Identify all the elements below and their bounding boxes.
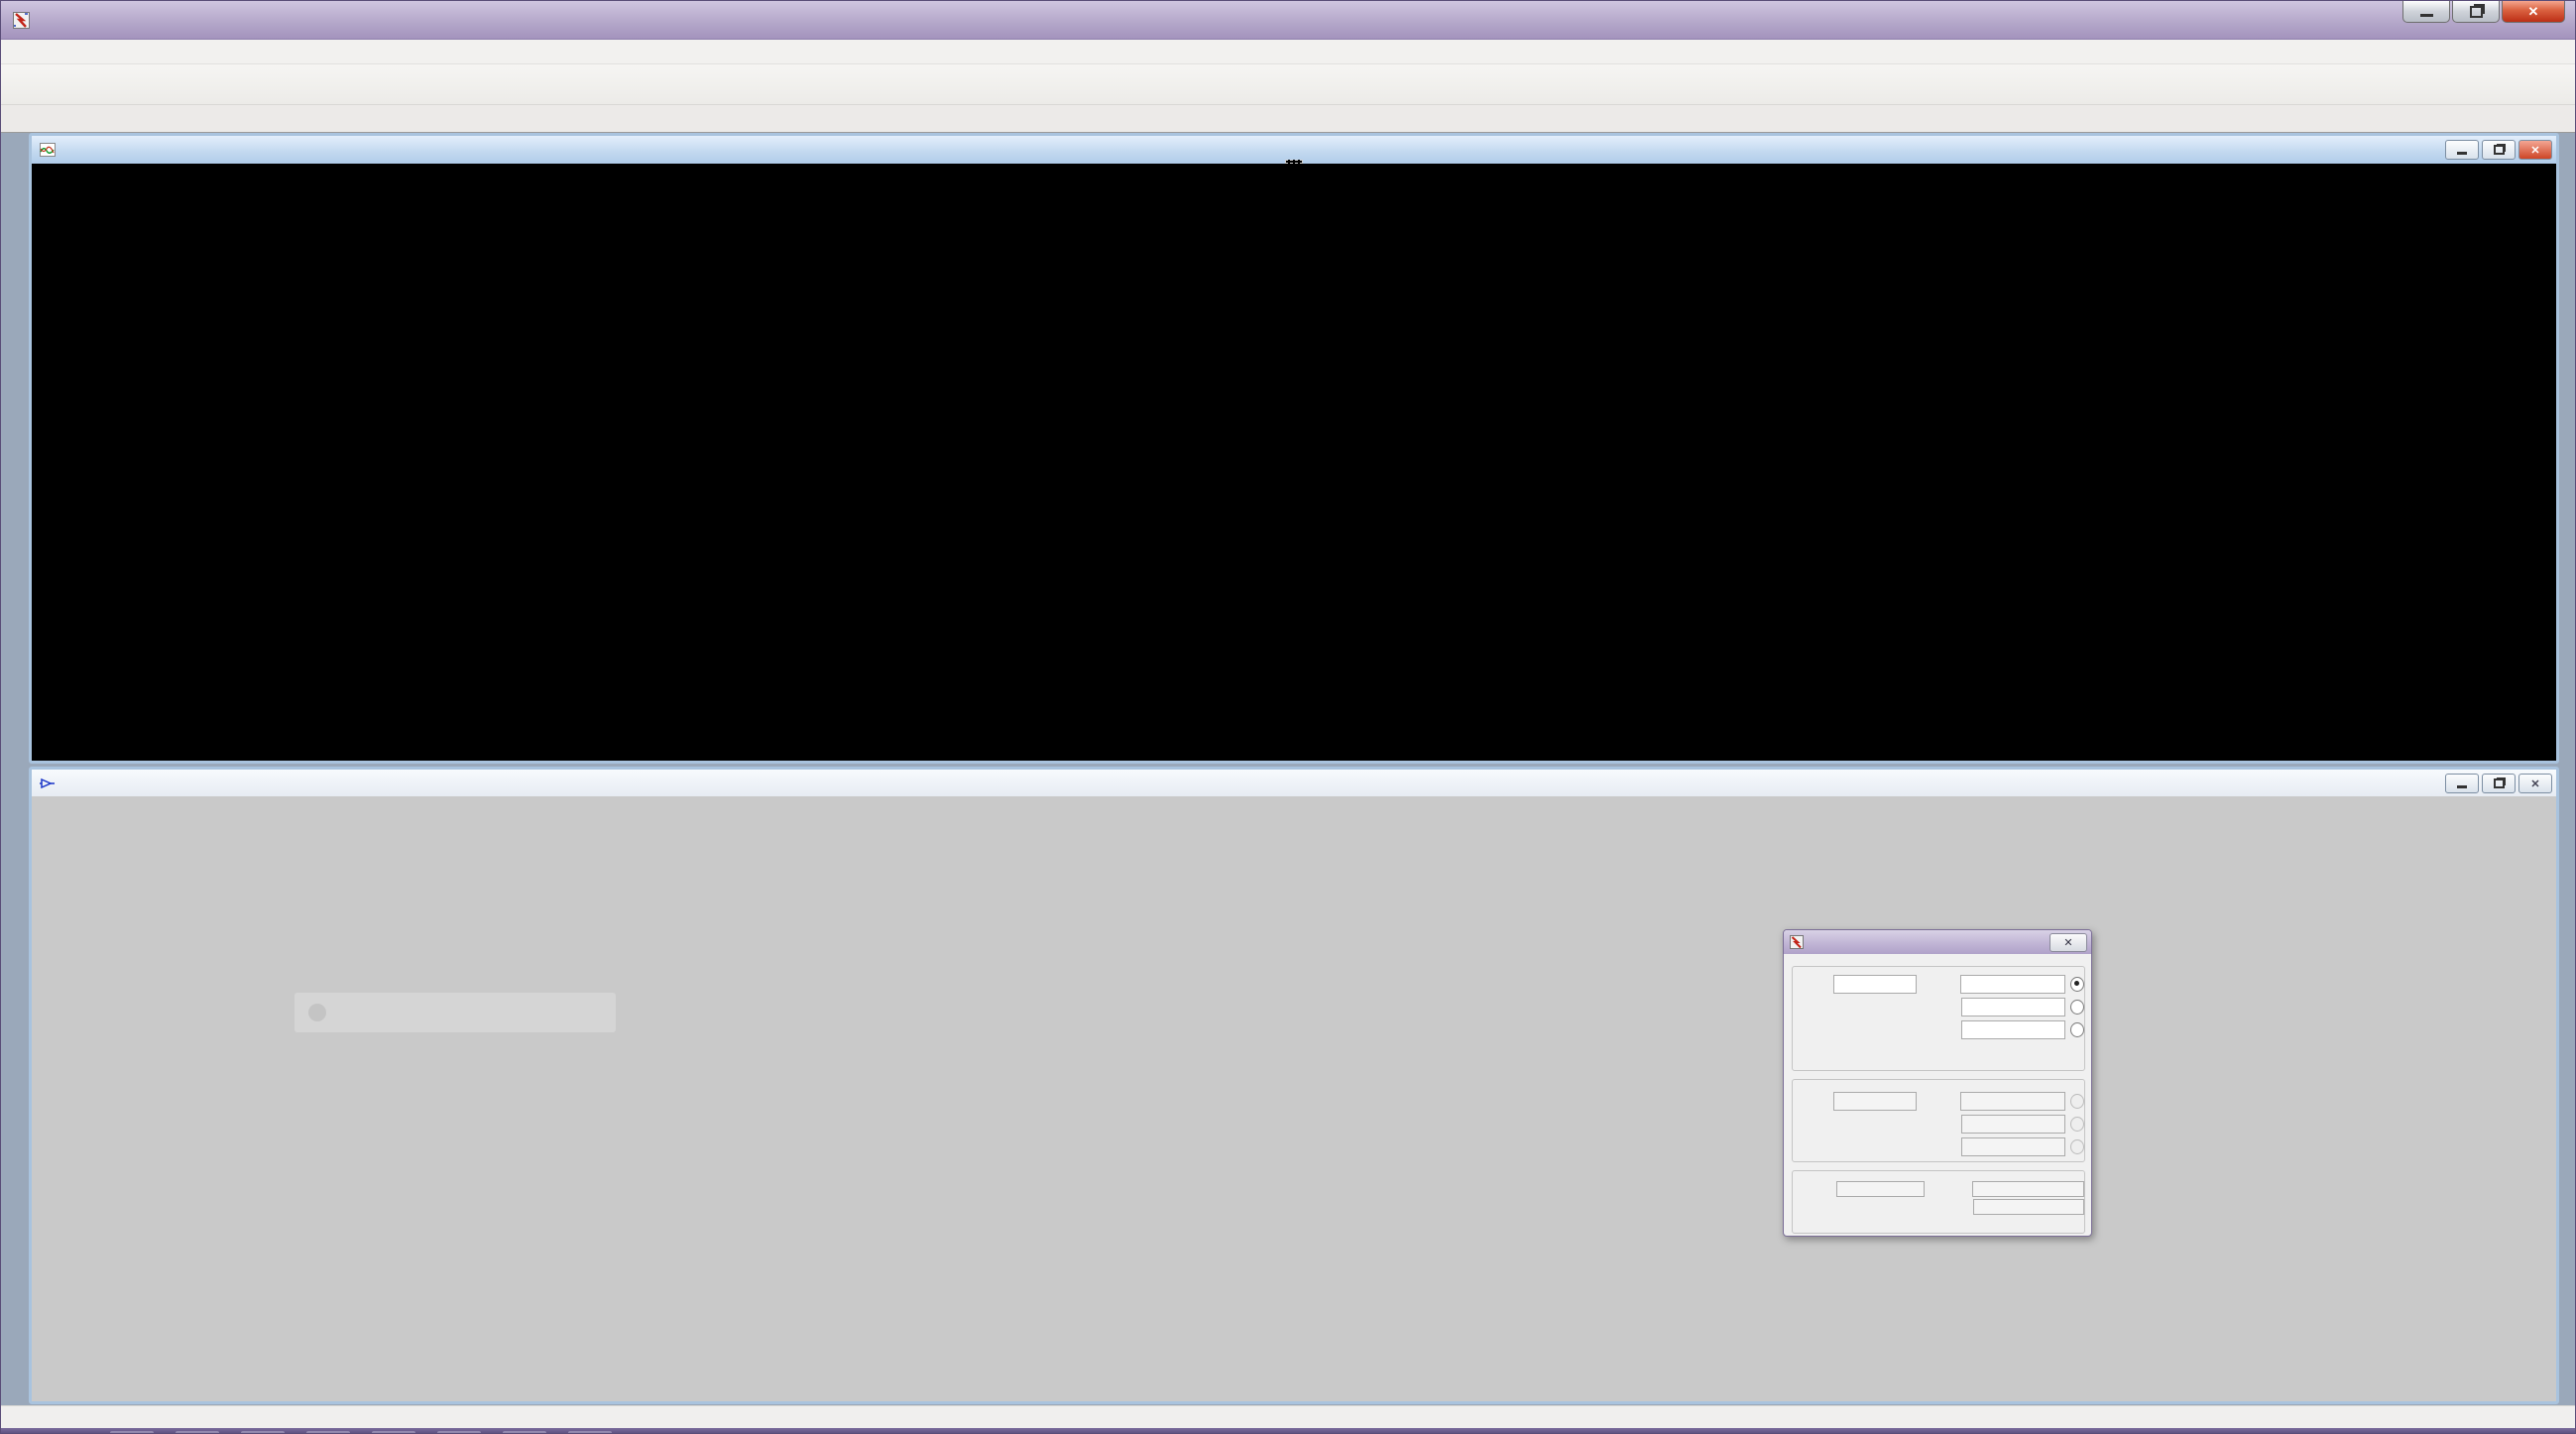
cursor1-group	[1792, 966, 2085, 1071]
ratio-phase-value	[1972, 1199, 2084, 1215]
plot-close-button[interactable]: ✕	[2518, 140, 2552, 160]
plot-window: ✕	[29, 133, 2559, 764]
plot-minimize-button[interactable]	[2445, 140, 2479, 160]
ratio-freq-value	[1835, 1181, 1926, 1197]
status-bar	[1, 1405, 2575, 1428]
schematic-window: ✕	[29, 767, 2559, 1404]
minimize-icon	[2457, 784, 2467, 788]
cursor-dialog: ✕	[1783, 929, 2092, 1237]
schematic-canvas[interactable]	[32, 796, 2556, 1401]
window-titlebar[interactable]: ✕	[1, 1, 2575, 40]
restore-icon	[2493, 778, 2505, 788]
restore-icon	[2469, 5, 2483, 18]
waveform-window-icon	[40, 143, 56, 157]
ltspice-app-icon	[13, 11, 30, 29]
cursor1-group-delay-value[interactable]	[1960, 1020, 2066, 1039]
schematic-restore-button[interactable]	[2482, 774, 2516, 793]
close-icon: ✕	[2530, 144, 2540, 157]
waveform-plot[interactable]	[32, 164, 2556, 761]
cursor2-phase-radio	[2070, 1117, 2084, 1132]
minimize-icon	[2419, 14, 2433, 17]
cursor1-phase-value[interactable]	[1960, 998, 2066, 1016]
restore-button[interactable]	[2452, 1, 2500, 23]
cursor-dialog-close-button[interactable]: ✕	[2049, 933, 2087, 952]
schematic-close-button[interactable]: ✕	[2518, 774, 2552, 793]
cursor1-mag-value[interactable]	[1960, 975, 2065, 994]
plot-client-area	[32, 160, 2556, 761]
close-icon: ✕	[2530, 777, 2540, 790]
ltspice-dialog-icon	[1790, 935, 1804, 949]
minimize-button[interactable]	[2402, 1, 2450, 23]
mdi-area: ✕ ✕ ✕	[1, 133, 2575, 1405]
schematic-client-area	[32, 796, 2556, 1401]
plot-restore-button[interactable]	[2482, 140, 2516, 160]
close-icon: ✕	[2527, 3, 2539, 19]
cursor2-freq-value	[1833, 1092, 1917, 1111]
cursor2-group-delay-radio	[2070, 1139, 2084, 1154]
toolbar	[1, 64, 2575, 105]
schematic-window-icon	[40, 777, 55, 788]
schematic-minimize-button[interactable]	[2445, 774, 2479, 793]
cursor2-phase-value	[1960, 1115, 2066, 1134]
schematic-window-titlebar[interactable]: ✕	[32, 770, 2556, 796]
cursor1-group-delay-radio[interactable]	[2070, 1022, 2084, 1037]
cursor2-mag-radio	[2069, 1094, 2084, 1109]
windows-taskbar-strip[interactable]	[1, 1428, 2575, 1433]
cursor-dialog-titlebar[interactable]: ✕	[1784, 930, 2091, 954]
cursor2-group-delay-value	[1960, 1137, 2066, 1156]
restore-icon	[2493, 145, 2505, 155]
snip-icon	[308, 1004, 326, 1021]
trace-legend[interactable]	[1285, 160, 1303, 164]
ratio-mag-value	[1971, 1181, 2084, 1197]
cursor1-mag-radio[interactable]	[2069, 977, 2084, 992]
minimize-icon	[2457, 151, 2467, 155]
cursor1-freq-value[interactable]	[1833, 975, 1917, 994]
cursor1-phase-radio[interactable]	[2070, 1000, 2084, 1015]
menu-bar	[1, 40, 2575, 64]
window-snip-ghost	[294, 993, 616, 1032]
close-button[interactable]: ✕	[2502, 1, 2565, 23]
tab-bar	[1, 105, 2575, 133]
ratio-group	[1792, 1170, 2085, 1234]
ltspice-application: ✕ ✕ ✕ ✕	[0, 0, 2576, 1434]
cursor2-group	[1792, 1079, 2085, 1162]
cursor2-mag-value	[1960, 1092, 2065, 1111]
